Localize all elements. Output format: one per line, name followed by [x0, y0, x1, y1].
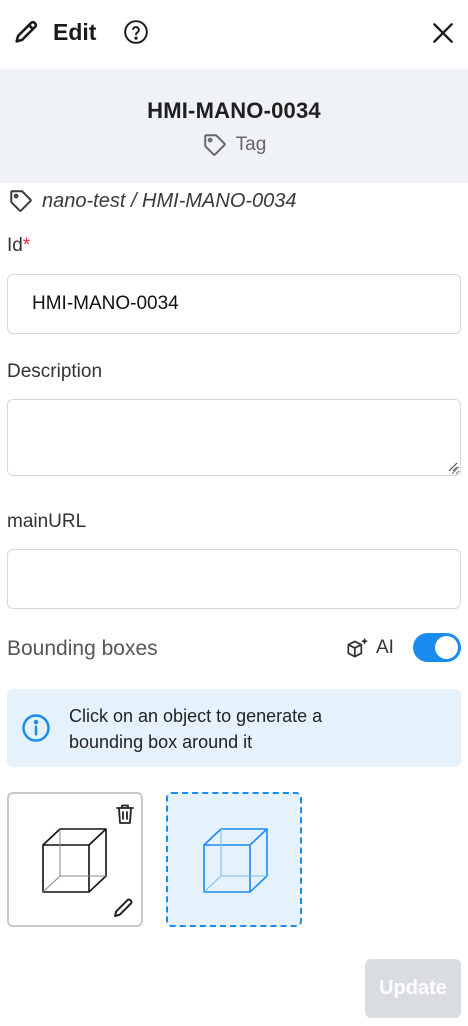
trash-icon[interactable] [113, 802, 137, 826]
close-icon[interactable] [430, 20, 456, 46]
description-label: Description [7, 361, 103, 382]
description-textarea[interactable] [7, 399, 461, 476]
id-label: Id* [7, 235, 30, 257]
breadcrumb: nano-test / HMI-MANO-0034 [8, 188, 297, 214]
info-message: Click on an object to generate a boundin… [7, 689, 461, 767]
ai-toggle[interactable] [413, 633, 461, 662]
breadcrumb-text: nano-test / HMI-MANO-0034 [42, 189, 297, 212]
toggle-knob [435, 636, 458, 659]
bounding-boxes-row: Bounding boxes AI [7, 632, 461, 668]
ai-label: AI [376, 637, 394, 658]
id-label-text: Id [7, 235, 23, 256]
mainurl-label: mainURL [7, 511, 87, 532]
entity-banner: HMI-MANO-0034 Tag [0, 69, 468, 183]
id-input[interactable] [7, 274, 461, 334]
tag-icon [10, 190, 32, 212]
update-button[interactable]: Update [365, 959, 461, 1018]
ai-cube-icon [347, 638, 368, 658]
bounding-boxes-label: Bounding boxes [7, 637, 158, 660]
required-marker: * [22, 235, 31, 256]
help-circle-icon[interactable] [123, 19, 149, 45]
tag-icon [203, 134, 226, 156]
pencil-icon [15, 20, 38, 43]
mainurl-input[interactable] [7, 549, 461, 609]
cube-icon [203, 828, 268, 893]
panel-header: Edit [0, 0, 468, 68]
info-text: Click on an object to generate a boundin… [69, 706, 323, 752]
entity-type: Tag [0, 132, 468, 158]
entity-type-label: Tag [235, 134, 267, 155]
panel-title: Edit [53, 19, 97, 45]
bounding-box-card-selected[interactable] [166, 792, 302, 927]
pencil-icon[interactable] [111, 896, 135, 920]
entity-name: HMI-MANO-0034 [147, 98, 321, 123]
cube-icon [42, 828, 107, 893]
bounding-box-card[interactable] [7, 792, 143, 927]
info-icon [22, 714, 50, 742]
